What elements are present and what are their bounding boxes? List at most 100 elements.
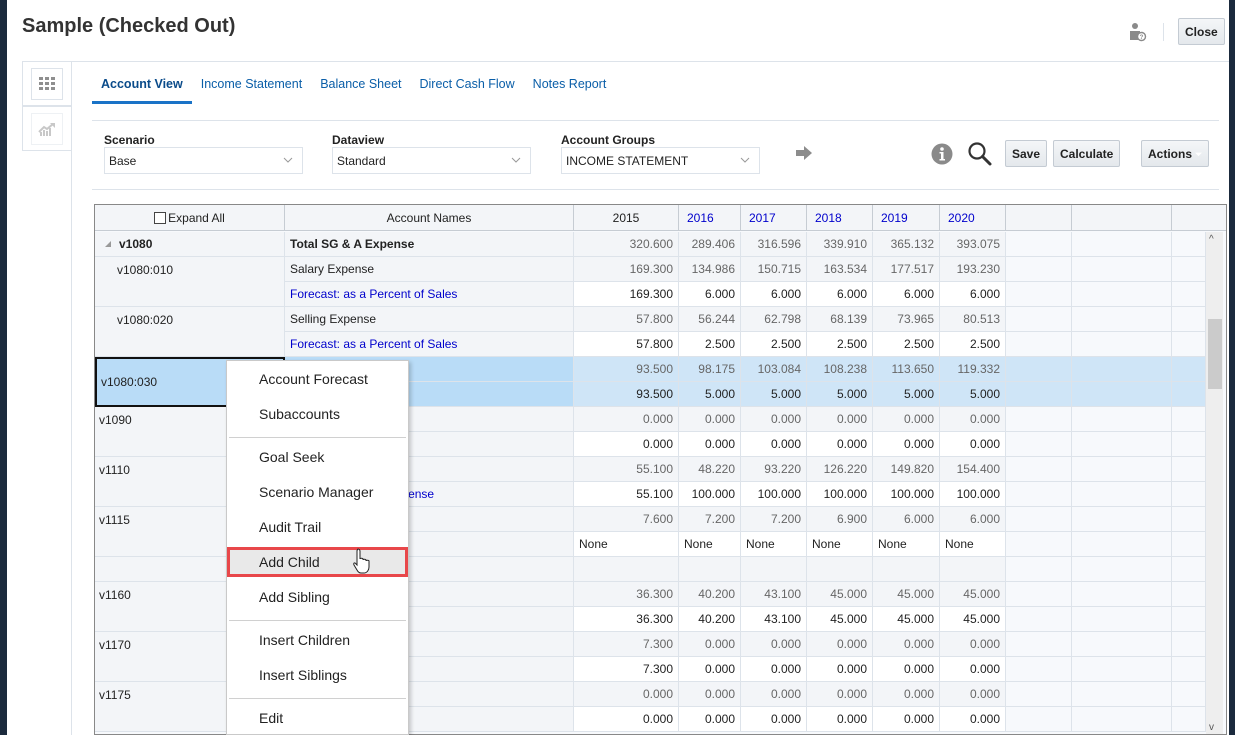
grid-view-button[interactable] [22,61,72,106]
menu-item-subaccounts[interactable]: Subaccounts [227,399,408,429]
value-cell-2017[interactable]: 100.000 [741,482,807,507]
value-cell-2020[interactable]: 45.000 [940,607,1006,632]
value-cell-2016[interactable]: 100.000 [679,482,741,507]
value-cell-2019[interactable]: 0.000 [873,707,940,732]
account-groups-select[interactable]: INCOME STATEMENT [561,147,760,174]
value-cell-2018[interactable]: 2.500 [807,332,873,357]
value-cell-2017[interactable]: 0.000 [741,432,807,457]
value-cell-2016[interactable]: 40.200 [679,607,741,632]
value-cell-2016[interactable]: 0.000 [679,657,741,682]
expand-all-checkbox[interactable] [154,212,167,224]
menu-item-add-child[interactable]: Add Child [227,547,408,577]
chart-view-button[interactable] [22,106,72,151]
account-id-cell[interactable]: v1080:010 [95,257,285,307]
scroll-up-icon[interactable]: ^ [1209,234,1214,245]
value-cell-2020[interactable]: 5.000 [940,382,1006,407]
scenario-select[interactable]: Base [104,147,303,174]
tab-balance-sheet[interactable]: Balance Sheet [311,73,410,100]
value-cell-2016[interactable]: 2.500 [679,332,741,357]
value-cell-2015[interactable]: 0.000 [574,432,679,457]
year-header-2016[interactable]: 2016 [679,205,741,231]
value-cell-2017[interactable]: 0.000 [741,707,807,732]
account-id-cell[interactable]: v1080:020 [95,307,285,357]
year-header-2019[interactable]: 2019 [873,205,940,231]
menu-item-audit-trail[interactable]: Audit Trail [227,512,408,542]
value-cell-2015[interactable]: 55.100 [574,482,679,507]
value-cell-2015[interactable]: None [574,532,679,557]
year-header-2020[interactable]: 2020 [940,205,1006,231]
value-cell-2018[interactable]: 6.000 [807,282,873,307]
value-cell-2016[interactable]: 6.000 [679,282,741,307]
year-header-2017[interactable]: 2017 [741,205,807,231]
value-cell-2019[interactable]: 0.000 [873,432,940,457]
value-cell-2020[interactable]: None [940,532,1006,557]
tab-account-view[interactable]: Account View [92,73,192,104]
value-cell-2018[interactable]: None [807,532,873,557]
arrow-right-icon[interactable] [795,145,813,161]
value-cell-2019[interactable]: 0.000 [873,657,940,682]
account-name-cell[interactable]: Forecast: as a Percent of Sales [285,282,574,307]
value-cell-2019[interactable]: 100.000 [873,482,940,507]
tab-notes-report[interactable]: Notes Report [524,73,616,100]
value-cell-2015[interactable]: 36.300 [574,607,679,632]
menu-item-goal-seek[interactable]: Goal Seek [227,442,408,472]
value-cell-2020[interactable]: 0.000 [940,657,1006,682]
close-button[interactable]: Close [1178,18,1225,45]
value-cell-2017[interactable]: 5.000 [741,382,807,407]
scrollbar-thumb[interactable] [1208,319,1222,389]
value-cell-2018[interactable]: 0.000 [807,657,873,682]
vertical-scrollbar[interactable]: ^ v [1206,232,1223,734]
value-cell-2018[interactable]: 100.000 [807,482,873,507]
value-cell-2017: 103.084 [741,357,807,382]
value-cell-2016[interactable]: None [679,532,741,557]
calculate-button[interactable]: Calculate [1053,140,1121,167]
value-cell-2020[interactable]: 6.000 [940,282,1006,307]
value-cell-2015[interactable]: 0.000 [574,707,679,732]
menu-item-account-forecast[interactable]: Account Forecast [227,364,408,394]
value-cell-2020[interactable]: 0.000 [940,432,1006,457]
value-cell-2018[interactable]: 45.000 [807,607,873,632]
menu-item-insert-siblings[interactable]: Insert Siblings [227,660,408,690]
value-cell-2016[interactable]: 0.000 [679,432,741,457]
value-cell-2018[interactable]: 0.000 [807,432,873,457]
value-cell-2015[interactable]: 57.800 [574,332,679,357]
value-cell-2019[interactable]: 2.500 [873,332,940,357]
dataview-select[interactable]: Standard [332,147,531,174]
value-cell-2019[interactable]: 45.000 [873,607,940,632]
user-help-icon[interactable]: ? [1129,22,1147,42]
value-cell-2020: 0.000 [940,682,1006,707]
value-cell-2015[interactable]: 169.300 [574,282,679,307]
value-cell-2016[interactable]: 5.000 [679,382,741,407]
value-cell-2020[interactable]: 0.000 [940,707,1006,732]
value-cell-2020[interactable]: 100.000 [940,482,1006,507]
collapse-triangle-icon[interactable] [105,241,111,247]
value-cell-2017[interactable]: 2.500 [741,332,807,357]
value-cell-2018[interactable]: 0.000 [807,707,873,732]
search-icon[interactable] [967,141,993,170]
value-cell-2016[interactable]: 0.000 [679,707,741,732]
value-cell-2019[interactable]: 6.000 [873,282,940,307]
value-cell-2017[interactable]: 0.000 [741,657,807,682]
value-cell-2019[interactable]: None [873,532,940,557]
tab-income-statement[interactable]: Income Statement [192,73,311,100]
value-cell-2019[interactable]: 5.000 [873,382,940,407]
save-button[interactable]: Save [1005,140,1048,167]
account-name-cell[interactable]: Forecast: as a Percent of Sales [285,332,574,357]
actions-button[interactable]: Actions [1141,140,1209,167]
menu-item-scenario-manager[interactable]: Scenario Manager [227,477,408,507]
value-cell-2017[interactable]: 43.100 [741,607,807,632]
menu-item-add-sibling[interactable]: Add Sibling [227,582,408,612]
scroll-down-icon[interactable]: v [1209,722,1214,733]
value-cell-2017[interactable]: None [741,532,807,557]
year-header-2018[interactable]: 2018 [807,205,873,231]
value-cell-2015[interactable]: 7.300 [574,657,679,682]
menu-item-insert-children[interactable]: Insert Children [227,625,408,655]
value-cell-2020[interactable]: 2.500 [940,332,1006,357]
info-icon[interactable] [931,143,953,168]
tab-direct-cash-flow[interactable]: Direct Cash Flow [411,73,524,100]
account-id-cell[interactable]: v1080 [95,232,285,257]
value-cell-2015[interactable]: 93.500 [574,382,679,407]
value-cell-2018[interactable]: 5.000 [807,382,873,407]
value-cell-2017[interactable]: 6.000 [741,282,807,307]
menu-item-edit[interactable]: Edit [227,703,408,733]
